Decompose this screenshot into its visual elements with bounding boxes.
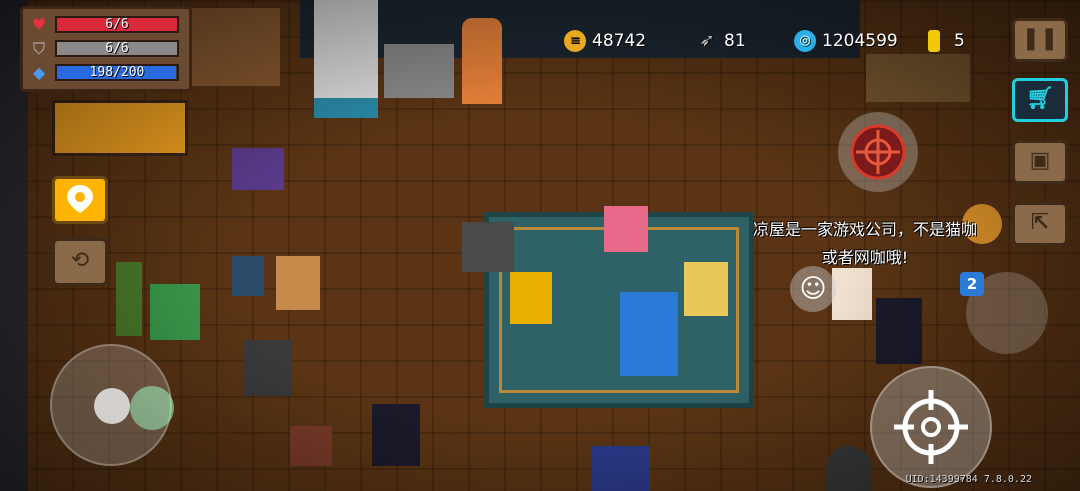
- hp-bar: 6/6: [55, 16, 179, 33]
- pause-icon: ❚❚: [1021, 26, 1059, 51]
- gem-value: 1204599: [822, 31, 898, 51]
- gold-counter: ≡ 48742: [564, 28, 646, 54]
- exit-door-icon: ⇱: [1030, 210, 1050, 235]
- crosshair-skill-icon: [850, 124, 906, 180]
- swap-character-button[interactable]: ⟲: [52, 238, 108, 286]
- attack-button[interactable]: [870, 366, 992, 488]
- energy-value: 198/200: [89, 65, 145, 80]
- energy-crystal-icon: ◆: [32, 63, 46, 82]
- token-counter: 5: [928, 28, 965, 54]
- player-stats-panel: ♥ 6/6 ⛉ 6/6 ◆ 198/200: [20, 6, 192, 92]
- exit-button[interactable]: ⇱: [1012, 202, 1068, 246]
- npc-chat-text: 凉屋是一家游戏公司，不是猫咖 或者网咖哦!: [740, 216, 990, 272]
- gem-icon: ◎: [794, 30, 816, 52]
- armor-row: ⛉ 6/6: [29, 39, 181, 59]
- joystick-knob[interactable]: [94, 388, 130, 424]
- pause-button[interactable]: ❚❚: [1012, 18, 1068, 62]
- fish-counter: ➶ 81: [696, 28, 746, 54]
- shopping-cart-icon: 🛒︎: [1026, 86, 1054, 111]
- gold-token-icon: [928, 30, 940, 52]
- map-button[interactable]: [52, 176, 108, 224]
- profile-button[interactable]: ▣: [1012, 140, 1068, 184]
- armor-value: 6/6: [105, 41, 129, 56]
- energy-bar: 198/200: [55, 64, 179, 81]
- gold-coin-icon: ≡: [564, 30, 586, 52]
- uid-version-label: UID:14399784 7.8.0.22: [905, 474, 1032, 485]
- weapon-slot-badge: 2: [960, 272, 984, 296]
- hp-row: ♥ 6/6: [29, 15, 181, 35]
- chat-line-1: 凉屋是一家游戏公司，不是猫咖: [752, 220, 977, 239]
- armor-bar: 6/6: [55, 40, 179, 57]
- shield-icon: ⛉: [32, 39, 45, 58]
- shop-button[interactable]: 🛒︎: [1012, 78, 1068, 122]
- skill-button[interactable]: [838, 112, 918, 192]
- profile-card-icon: ▣: [1029, 148, 1051, 173]
- gold-value: 48742: [592, 31, 647, 51]
- fish-icon: ➶: [699, 30, 715, 51]
- crosshair-icon: [894, 390, 968, 464]
- energy-row: ◆ 198/200: [29, 63, 181, 83]
- fish-value: 81: [724, 31, 746, 51]
- hp-value: 6/6: [105, 17, 129, 32]
- chat-line-2: 或者网咖哦!: [821, 248, 909, 267]
- heart-icon: ♥: [31, 15, 47, 34]
- emote-button[interactable]: ☺: [790, 266, 836, 312]
- gem-counter: ◎ 1204599: [794, 28, 898, 54]
- smiley-icon: ☺: [799, 274, 827, 304]
- token-value: 5: [954, 31, 965, 51]
- swap-character-icon: ⟲: [70, 248, 90, 273]
- location-pin-icon: [67, 185, 93, 213]
